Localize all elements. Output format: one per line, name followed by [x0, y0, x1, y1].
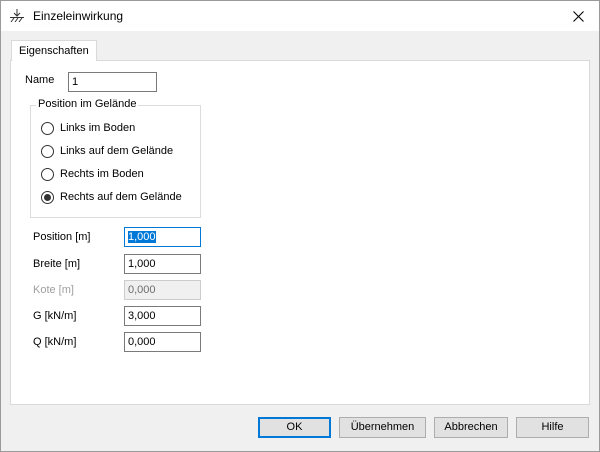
q-label: Q [kN/m]: [33, 336, 77, 348]
window-title: Einzeleinwirkung: [33, 9, 124, 23]
breite-label: Breite [m]: [33, 258, 81, 270]
radio-button-checked-icon: [41, 190, 54, 204]
properties-panel: Name 1 Position im Gelände Links im Bode…: [10, 60, 590, 405]
position-label: Position [m]: [33, 231, 91, 243]
soil-surface-icon: [10, 9, 24, 23]
name-label: Name: [25, 74, 55, 86]
g-input[interactable]: 3,000: [124, 306, 201, 326]
dialog-window: Einzeleinwirkung Eigenschaften Name 1 Po…: [0, 0, 600, 452]
breite-input[interactable]: 1,000: [124, 254, 201, 274]
radio-links-im-boden[interactable]: Links im Boden: [41, 120, 135, 136]
kote-input: 0,000: [124, 280, 201, 300]
radio-rechts-auf-dem-gelaende[interactable]: Rechts auf dem Gelände: [41, 189, 182, 205]
cancel-button[interactable]: Abbrechen: [434, 417, 508, 438]
radio-label: Rechts auf dem Gelände: [60, 191, 182, 203]
radio-label: Links auf dem Gelände: [60, 145, 174, 157]
kote-label: Kote [m]: [33, 284, 74, 296]
radio-rechts-im-boden[interactable]: Rechts im Boden: [41, 166, 144, 182]
apply-button[interactable]: Übernehmen: [339, 417, 426, 438]
position-group-caption: Position im Gelände: [36, 98, 139, 110]
tab-strip: Eigenschaften: [1, 31, 599, 61]
position-groupbox: Position im Gelände Links im Boden Links…: [30, 98, 201, 218]
radio-label: Rechts im Boden: [60, 168, 144, 180]
radio-button-icon: [41, 121, 54, 135]
close-button[interactable]: [563, 4, 593, 28]
help-button[interactable]: Hilfe: [516, 417, 589, 438]
button-bar: OK Übernehmen Abbrechen Hilfe: [1, 405, 599, 451]
title-bar[interactable]: Einzeleinwirkung: [1, 1, 599, 31]
radio-button-icon: [41, 144, 54, 158]
radio-button-icon: [41, 167, 54, 181]
name-input[interactable]: 1: [68, 72, 157, 92]
radio-links-auf-dem-gelaende[interactable]: Links auf dem Gelände: [41, 143, 173, 159]
radio-label: Links im Boden: [60, 122, 136, 134]
position-input[interactable]: 1,000: [124, 227, 201, 247]
tab-eigenschaften[interactable]: Eigenschaften: [11, 40, 97, 61]
close-icon: [572, 10, 584, 22]
ok-button[interactable]: OK: [258, 417, 331, 438]
g-label: G [kN/m]: [33, 310, 77, 322]
selected-text: 1,000: [128, 231, 156, 243]
q-input[interactable]: 0,000: [124, 332, 201, 352]
